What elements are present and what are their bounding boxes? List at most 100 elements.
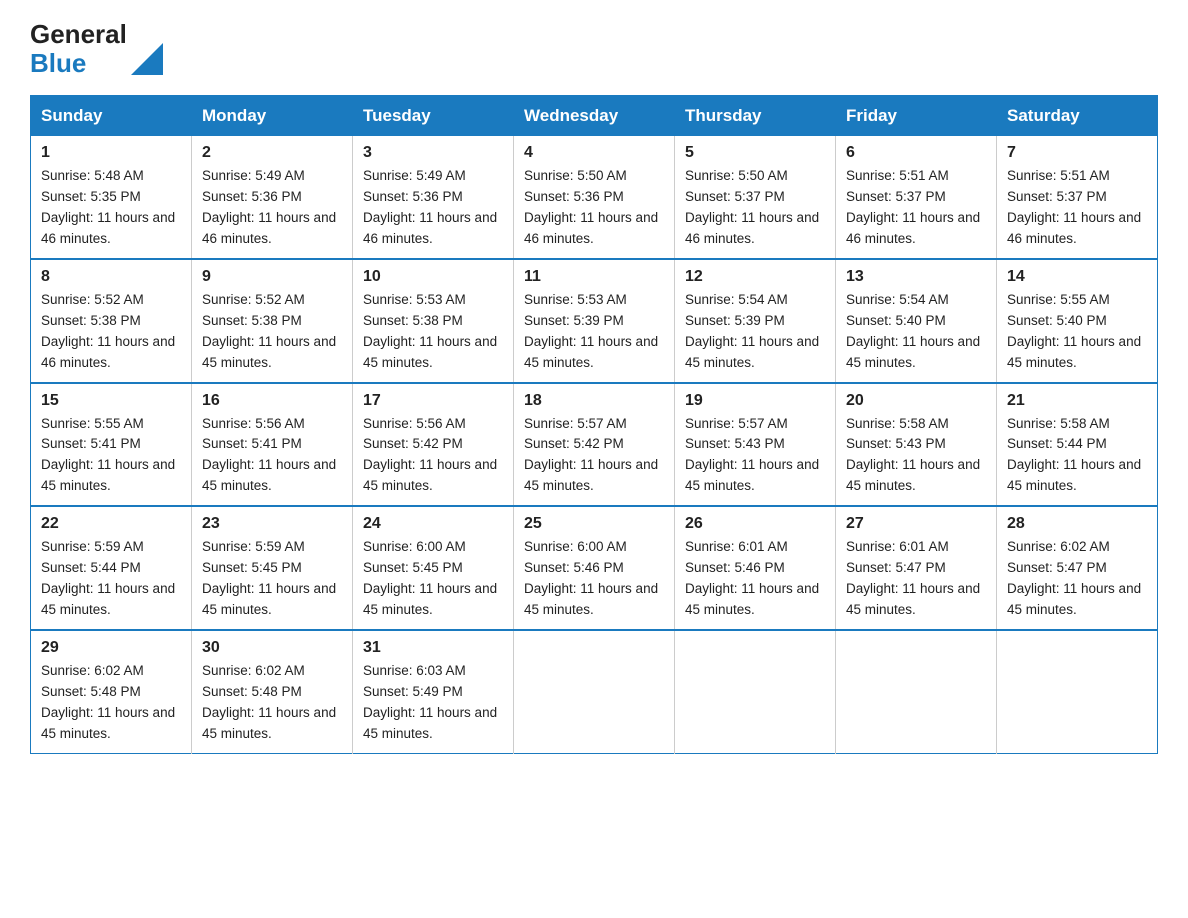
calendar-cell: 30 Sunrise: 6:02 AMSunset: 5:48 PMDayligh… [192, 630, 353, 753]
day-number: 24 [363, 515, 503, 533]
weekday-header-wednesday: Wednesday [514, 96, 675, 137]
calendar-cell: 20 Sunrise: 5:58 AMSunset: 5:43 PMDayligh… [836, 383, 997, 507]
day-number: 21 [1007, 392, 1147, 410]
day-number: 2 [202, 144, 342, 162]
day-number: 23 [202, 515, 342, 533]
day-number: 12 [685, 268, 825, 286]
day-info: Sunrise: 6:00 AMSunset: 5:46 PMDaylight:… [524, 537, 664, 621]
day-number: 27 [846, 515, 986, 533]
day-number: 31 [363, 639, 503, 657]
calendar-cell: 17Sunrise: 5:56 AMSunset: 5:42 PMDayligh… [353, 383, 514, 507]
calendar-cell: 15Sunrise: 5:55 AMSunset: 5:41 PMDayligh… [31, 383, 192, 507]
day-info: Sunrise: 5:48 AMSunset: 5:35 PMDaylight:… [41, 166, 181, 250]
day-info: Sunrise: 5:50 AMSunset: 5:36 PMDaylight:… [524, 166, 664, 250]
calendar-cell: 24 Sunrise: 6:00 AMSunset: 5:45 PMDayligh… [353, 506, 514, 630]
day-number: 26 [685, 515, 825, 533]
calendar-cell: 23Sunrise: 5:59 AMSunset: 5:45 PMDayligh… [192, 506, 353, 630]
weekday-header-thursday: Thursday [675, 96, 836, 137]
day-number: 5 [685, 144, 825, 162]
calendar-cell [514, 630, 675, 753]
day-info: Sunrise: 6:02 AMSunset: 5:48 PMDaylight:… [202, 661, 342, 745]
day-number: 4 [524, 144, 664, 162]
calendar-cell: 26 Sunrise: 6:01 AMSunset: 5:46 PMDayligh… [675, 506, 836, 630]
day-info: Sunrise: 5:51 AMSunset: 5:37 PMDaylight:… [846, 166, 986, 250]
day-info: Sunrise: 6:01 AMSunset: 5:47 PMDaylight:… [846, 537, 986, 621]
day-number: 22 [41, 515, 181, 533]
calendar-cell: 8 Sunrise: 5:52 AMSunset: 5:38 PMDaylight… [31, 259, 192, 383]
day-info: Sunrise: 6:02 AMSunset: 5:48 PMDaylight:… [41, 661, 181, 745]
weekday-header-tuesday: Tuesday [353, 96, 514, 137]
weekday-header-friday: Friday [836, 96, 997, 137]
calendar-cell [836, 630, 997, 753]
day-number: 29 [41, 639, 181, 657]
weekday-header-monday: Monday [192, 96, 353, 137]
logo-general-text: General [30, 20, 127, 49]
day-number: 30 [202, 639, 342, 657]
day-number: 8 [41, 268, 181, 286]
calendar-cell: 18Sunrise: 5:57 AMSunset: 5:42 PMDayligh… [514, 383, 675, 507]
logo: General Blue [30, 20, 163, 77]
weekday-header-sunday: Sunday [31, 96, 192, 137]
day-number: 7 [1007, 144, 1147, 162]
day-number: 16 [202, 392, 342, 410]
calendar-cell: 14 Sunrise: 5:55 AMSunset: 5:40 PMDayligh… [997, 259, 1158, 383]
calendar-cell: 1 Sunrise: 5:48 AMSunset: 5:35 PMDaylight… [31, 136, 192, 259]
day-info: Sunrise: 5:49 AMSunset: 5:36 PMDaylight:… [202, 166, 342, 250]
calendar-cell: 28Sunrise: 6:02 AMSunset: 5:47 PMDayligh… [997, 506, 1158, 630]
calendar-cell: 5 Sunrise: 5:50 AMSunset: 5:37 PMDaylight… [675, 136, 836, 259]
calendar-week-row: 29 Sunrise: 6:02 AMSunset: 5:48 PMDayligh… [31, 630, 1158, 753]
day-info: Sunrise: 5:54 AMSunset: 5:39 PMDaylight:… [685, 290, 825, 374]
day-number: 9 [202, 268, 342, 286]
calendar-week-row: 1 Sunrise: 5:48 AMSunset: 5:35 PMDaylight… [31, 136, 1158, 259]
day-info: Sunrise: 5:59 AMSunset: 5:44 PMDaylight:… [41, 537, 181, 621]
day-info: Sunrise: 5:57 AMSunset: 5:43 PMDaylight:… [685, 414, 825, 498]
day-info: Sunrise: 6:02 AMSunset: 5:47 PMDaylight:… [1007, 537, 1147, 621]
day-number: 3 [363, 144, 503, 162]
day-info: Sunrise: 6:00 AMSunset: 5:45 PMDaylight:… [363, 537, 503, 621]
calendar-cell: 13 Sunrise: 5:54 AMSunset: 5:40 PMDayligh… [836, 259, 997, 383]
day-number: 13 [846, 268, 986, 286]
day-number: 11 [524, 268, 664, 286]
day-info: Sunrise: 5:57 AMSunset: 5:42 PMDaylight:… [524, 414, 664, 498]
calendar-table: SundayMondayTuesdayWednesdayThursdayFrid… [30, 95, 1158, 753]
day-info: Sunrise: 5:52 AMSunset: 5:38 PMDaylight:… [41, 290, 181, 374]
calendar-cell: 11 Sunrise: 5:53 AMSunset: 5:39 PMDayligh… [514, 259, 675, 383]
calendar-cell: 3 Sunrise: 5:49 AMSunset: 5:36 PMDaylight… [353, 136, 514, 259]
calendar-cell: 6Sunrise: 5:51 AMSunset: 5:37 PMDaylight… [836, 136, 997, 259]
calendar-cell: 9 Sunrise: 5:52 AMSunset: 5:38 PMDaylight… [192, 259, 353, 383]
logo-blue-text: Blue [30, 49, 127, 78]
day-info: Sunrise: 5:50 AMSunset: 5:37 PMDaylight:… [685, 166, 825, 250]
calendar-cell: 27 Sunrise: 6:01 AMSunset: 5:47 PMDayligh… [836, 506, 997, 630]
day-info: Sunrise: 5:52 AMSunset: 5:38 PMDaylight:… [202, 290, 342, 374]
day-number: 14 [1007, 268, 1147, 286]
day-info: Sunrise: 5:56 AMSunset: 5:41 PMDaylight:… [202, 414, 342, 498]
calendar-week-row: 8 Sunrise: 5:52 AMSunset: 5:38 PMDaylight… [31, 259, 1158, 383]
calendar-cell: 25 Sunrise: 6:00 AMSunset: 5:46 PMDayligh… [514, 506, 675, 630]
calendar-cell [997, 630, 1158, 753]
day-info: Sunrise: 5:55 AMSunset: 5:40 PMDaylight:… [1007, 290, 1147, 374]
day-info: Sunrise: 5:54 AMSunset: 5:40 PMDaylight:… [846, 290, 986, 374]
day-number: 10 [363, 268, 503, 286]
day-number: 19 [685, 392, 825, 410]
calendar-cell: 19 Sunrise: 5:57 AMSunset: 5:43 PMDayligh… [675, 383, 836, 507]
day-info: Sunrise: 5:53 AMSunset: 5:39 PMDaylight:… [524, 290, 664, 374]
day-info: Sunrise: 5:49 AMSunset: 5:36 PMDaylight:… [363, 166, 503, 250]
day-number: 20 [846, 392, 986, 410]
calendar-cell: 4 Sunrise: 5:50 AMSunset: 5:36 PMDaylight… [514, 136, 675, 259]
day-number: 25 [524, 515, 664, 533]
calendar-cell: 16 Sunrise: 5:56 AMSunset: 5:41 PMDayligh… [192, 383, 353, 507]
day-number: 1 [41, 144, 181, 162]
day-info: Sunrise: 5:51 AMSunset: 5:37 PMDaylight:… [1007, 166, 1147, 250]
page-header: General Blue [30, 20, 1158, 77]
calendar-cell: 29 Sunrise: 6:02 AMSunset: 5:48 PMDayligh… [31, 630, 192, 753]
logo-icon [131, 43, 163, 75]
calendar-cell: 7 Sunrise: 5:51 AMSunset: 5:37 PMDaylight… [997, 136, 1158, 259]
calendar-cell [675, 630, 836, 753]
day-info: Sunrise: 5:58 AMSunset: 5:43 PMDaylight:… [846, 414, 986, 498]
calendar-cell: 10Sunrise: 5:53 AMSunset: 5:38 PMDayligh… [353, 259, 514, 383]
calendar-cell: 31 Sunrise: 6:03 AMSunset: 5:49 PMDayligh… [353, 630, 514, 753]
day-info: Sunrise: 6:03 AMSunset: 5:49 PMDaylight:… [363, 661, 503, 745]
day-info: Sunrise: 6:01 AMSunset: 5:46 PMDaylight:… [685, 537, 825, 621]
day-info: Sunrise: 5:55 AMSunset: 5:41 PMDaylight:… [41, 414, 181, 498]
weekday-header-saturday: Saturday [997, 96, 1158, 137]
